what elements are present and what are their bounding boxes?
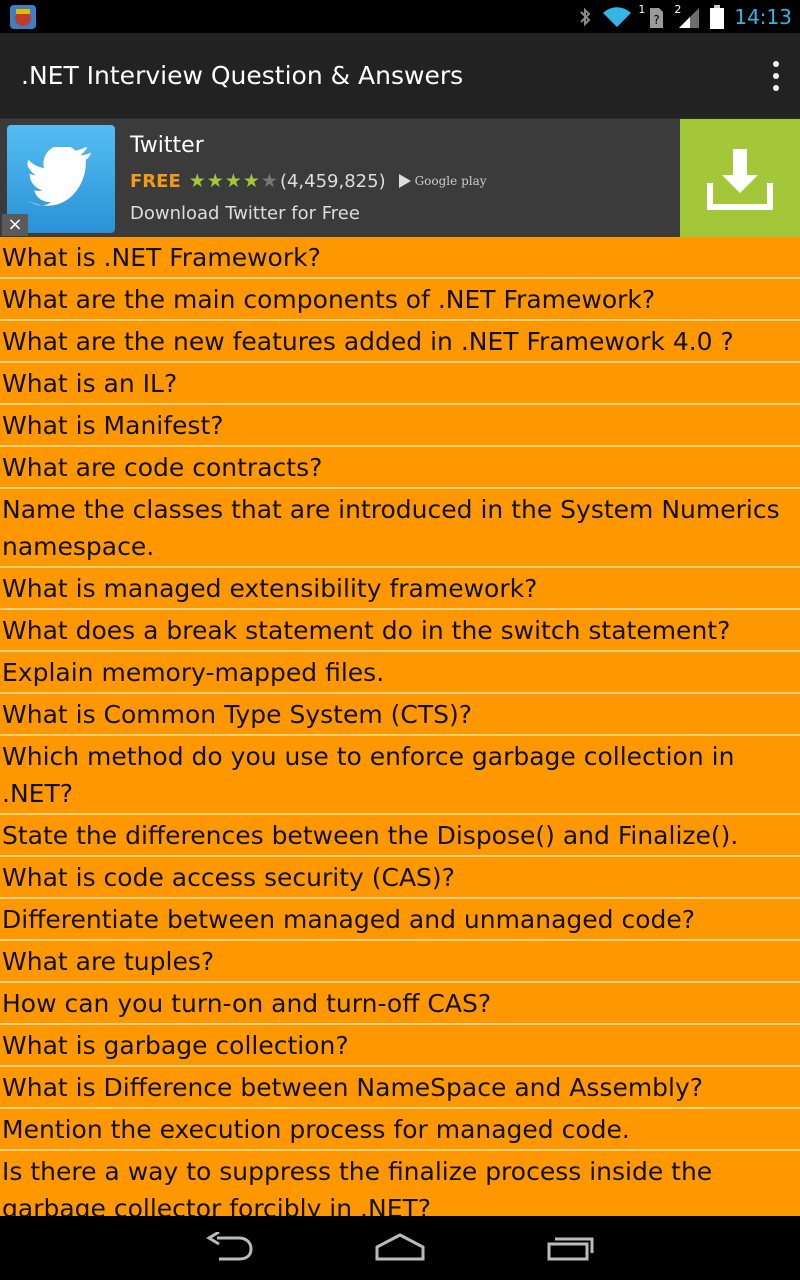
ad-banner[interactable]: Twitter FREE ★★★★ ★ (4,459,825) Google pl…: [0, 119, 800, 237]
list-item[interactable]: Is there a way to suppress the finalize …: [0, 1151, 800, 1216]
list-item[interactable]: What are code contracts?: [0, 447, 800, 489]
overflow-dot: [773, 61, 779, 67]
page-title: .NET Interview Question & Answers: [21, 61, 464, 90]
list-item[interactable]: What are tuples?: [0, 941, 800, 983]
status-time: 14:13: [734, 5, 792, 29]
download-button[interactable]: [680, 119, 800, 237]
recent-apps-icon[interactable]: [546, 1232, 596, 1262]
back-icon[interactable]: [205, 1232, 255, 1262]
list-item[interactable]: What is .NET Framework?: [0, 237, 800, 279]
list-item[interactable]: Name the classes that are introduced in …: [0, 489, 800, 568]
ad-subtitle: Download Twitter for Free: [130, 203, 360, 224]
no-sim-icon: ?: [650, 8, 664, 28]
store-label: Google play: [414, 174, 487, 188]
list-item[interactable]: What is code access security (CAS)?: [0, 857, 800, 899]
battery-icon: [710, 5, 725, 29]
play-triangle-icon: [398, 174, 411, 188]
google-play-badge: Google play: [398, 173, 487, 189]
wifi-icon: [603, 7, 632, 28]
svg-text:?: ?: [654, 13, 660, 27]
list-item[interactable]: What are the new features added in .NET …: [0, 321, 800, 363]
overflow-dot: [773, 73, 779, 79]
overflow-dot: [773, 85, 779, 91]
home-icon[interactable]: [374, 1232, 426, 1262]
list-item[interactable]: What is Common Type System (CTS)?: [0, 694, 800, 736]
cell-signal-icon: [679, 8, 700, 28]
list-item[interactable]: What are the main components of .NET Fra…: [0, 279, 800, 321]
bluetooth-icon: [580, 7, 591, 27]
list-item[interactable]: What is managed extensibility framework?: [0, 568, 800, 610]
list-item[interactable]: What is an IL?: [0, 363, 800, 405]
list-item[interactable]: Explain memory-mapped files.: [0, 652, 800, 694]
sim1-label: 1: [638, 3, 646, 16]
list-item[interactable]: Mention the execution process for manage…: [0, 1109, 800, 1151]
sim2-slot: 2: [674, 3, 700, 29]
list-item[interactable]: State the differences between the Dispos…: [0, 815, 800, 857]
list-item[interactable]: What does a break statement do in the sw…: [0, 610, 800, 652]
star-rating-icon: ★★★★: [188, 170, 261, 192]
star-empty-icon: ★: [260, 170, 278, 192]
list-item[interactable]: Differentiate between managed and unmana…: [0, 899, 800, 941]
ad-meta: FREE ★★★★ ★ (4,459,825) Google play: [130, 169, 487, 193]
overflow-menu-icon[interactable]: [766, 61, 786, 91]
action-bar: .NET Interview Question & Answers: [0, 33, 800, 120]
app-notification-icon: [10, 5, 36, 29]
sim1-slot: 1 ?: [638, 3, 664, 29]
list-item[interactable]: What is Manifest?: [0, 405, 800, 447]
ad-title: Twitter: [130, 133, 204, 158]
ad-review-count: (4,459,825): [279, 170, 386, 192]
list-item[interactable]: What is Difference between NameSpace and…: [0, 1067, 800, 1109]
list-item[interactable]: Which method do you use to enforce garba…: [0, 736, 800, 815]
question-list[interactable]: What is .NET Framework? What are the main…: [0, 237, 800, 1216]
download-icon: [707, 149, 773, 210]
list-item[interactable]: How can you turn-on and turn-off CAS?: [0, 983, 800, 1025]
ad-price: FREE: [130, 170, 181, 192]
status-icons: 1 ? 2 14:13: [578, 2, 792, 32]
status-bar: 1 ? 2 14:13: [0, 0, 800, 33]
ad-close-button[interactable]: ×: [2, 214, 28, 236]
navigation-bar: [0, 1216, 800, 1280]
list-item[interactable]: What is garbage collection?: [0, 1025, 800, 1067]
